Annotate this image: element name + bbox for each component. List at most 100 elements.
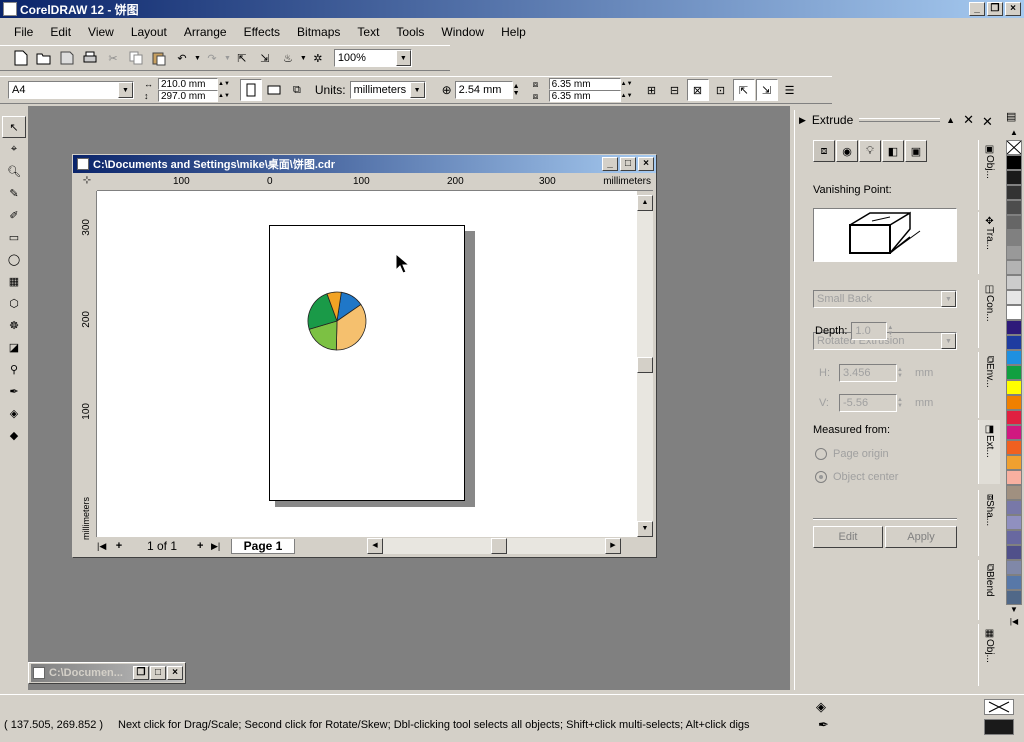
- tab-object-manager[interactable]: ▦ Obj...: [978, 624, 1000, 686]
- eyedropper-tool-icon[interactable]: ⚲: [2, 358, 26, 380]
- basic-shapes-tool-icon[interactable]: ⬡: [2, 292, 26, 314]
- color-swatch[interactable]: [1006, 350, 1022, 365]
- print-icon[interactable]: [79, 47, 101, 69]
- palette-scroll-down-icon[interactable]: ▼: [1004, 605, 1024, 617]
- tab-contour[interactable]: ◫ Con...: [978, 280, 1000, 348]
- color-swatch[interactable]: [1006, 455, 1022, 470]
- tab-transformation[interactable]: ✥ Tra...: [978, 212, 1000, 274]
- h-scroll-thumb[interactable]: [491, 538, 507, 554]
- object-center-radio[interactable]: Object center: [815, 471, 898, 483]
- outline-swatch[interactable]: [984, 719, 1014, 735]
- tab-extrude[interactable]: ◨ Ext...: [978, 420, 1000, 484]
- cut-icon[interactable]: ✂: [102, 47, 124, 69]
- color-swatch[interactable]: [1006, 335, 1022, 350]
- open-icon[interactable]: [33, 47, 55, 69]
- shape-tool-icon[interactable]: ⌖: [2, 138, 26, 160]
- paste-icon[interactable]: [148, 47, 170, 69]
- close-button[interactable]: ×: [167, 666, 183, 680]
- color-swatch[interactable]: [1006, 545, 1022, 560]
- color-swatch[interactable]: [1006, 155, 1022, 170]
- menu-effects[interactable]: Effects: [244, 25, 280, 39]
- no-color-swatch[interactable]: [1006, 140, 1022, 155]
- vertical-scrollbar[interactable]: ▲ ▼: [637, 195, 653, 537]
- ruler-origin-icon[interactable]: ⊹: [77, 175, 97, 191]
- restore-button[interactable]: ❐: [987, 2, 1003, 16]
- color-swatch[interactable]: [1006, 530, 1022, 545]
- page-height-field[interactable]: 297.0 mm: [158, 90, 218, 102]
- extrude-color-icon[interactable]: ◧: [882, 140, 904, 162]
- scroll-thumb[interactable]: [637, 357, 653, 373]
- fill-tool-icon[interactable]: ◈: [2, 402, 26, 424]
- apply-button[interactable]: Apply: [885, 526, 957, 548]
- menu-window[interactable]: Window: [441, 25, 484, 39]
- color-swatch[interactable]: [1006, 245, 1022, 260]
- tab-object-properties[interactable]: ▣ Obj...: [978, 140, 1000, 210]
- color-swatch[interactable]: [1006, 290, 1022, 305]
- extrude-rotation-icon[interactable]: ◉: [836, 140, 858, 162]
- vertical-ruler[interactable]: 300 200 100 millimeters: [77, 191, 97, 540]
- extrude-bevel-icon[interactable]: ▣: [905, 140, 927, 162]
- outline-tool-icon[interactable]: ✒: [2, 380, 26, 402]
- color-swatch[interactable]: [1006, 365, 1022, 380]
- color-swatch[interactable]: [1006, 515, 1022, 530]
- menu-tools[interactable]: Tools: [396, 25, 424, 39]
- page-tab[interactable]: Page 1: [231, 538, 295, 554]
- snap-objects-icon[interactable]: ⊡: [710, 79, 732, 101]
- paper-type-combo[interactable]: A4 ▼: [8, 81, 134, 99]
- menu-edit[interactable]: Edit: [50, 25, 71, 39]
- h-field[interactable]: 3.456: [839, 364, 897, 382]
- units-combo[interactable]: millimeters ▼: [349, 81, 426, 99]
- menu-view[interactable]: View: [88, 25, 114, 39]
- copy-icon[interactable]: [125, 47, 147, 69]
- rectangle-tool-icon[interactable]: ▭: [2, 226, 26, 248]
- v-spin-icon[interactable]: ▲ ▼: [897, 397, 909, 409]
- extrusion-type-combo[interactable]: Small Back ▼: [813, 290, 957, 308]
- palette-flyout-icon[interactable]: ▤: [1006, 110, 1024, 128]
- scroll-down-icon[interactable]: ▼: [637, 521, 653, 537]
- tab-envelope[interactable]: ⧉ Env...: [978, 352, 1000, 418]
- close-dockers-icon[interactable]: ✕: [982, 114, 993, 130]
- depth-spin-icon[interactable]: ▲ ▼: [887, 325, 893, 337]
- minimize-button[interactable]: _: [969, 2, 985, 16]
- zoom-combo[interactable]: 100% ▼: [333, 49, 412, 67]
- minimized-document-window[interactable]: C:\Documen... ❐ □ ×: [28, 662, 186, 684]
- color-swatch[interactable]: [1006, 410, 1022, 425]
- nudge-distance-field[interactable]: 2.54 mm: [454, 81, 513, 99]
- color-swatch[interactable]: [1006, 485, 1022, 500]
- menu-bitmaps[interactable]: Bitmaps: [297, 25, 340, 39]
- scroll-up-icon[interactable]: ▲: [637, 195, 653, 211]
- portrait-icon[interactable]: [239, 79, 262, 101]
- add-page-after-icon[interactable]: +: [197, 540, 211, 552]
- export-icon[interactable]: ⇲: [254, 47, 276, 69]
- scroll-right-icon[interactable]: ▶: [605, 538, 621, 554]
- dynamic-guides-icon[interactable]: ⇱: [732, 79, 755, 101]
- interactive-tool-icon[interactable]: ◪: [2, 336, 26, 358]
- pick-tool-icon[interactable]: ↖: [2, 116, 26, 138]
- all-pages-icon[interactable]: ⧉: [286, 79, 308, 101]
- close-button[interactable]: ×: [1005, 2, 1021, 16]
- first-page-icon[interactable]: |◀: [97, 541, 111, 552]
- horizontal-scrollbar[interactable]: ◀ ▶: [367, 538, 621, 554]
- interactive-fill-tool-icon[interactable]: ◆: [2, 424, 26, 446]
- pie-chart[interactable]: [305, 289, 369, 353]
- menu-arrange[interactable]: Arrange: [184, 25, 227, 39]
- freehand-tool-icon[interactable]: ✎: [2, 182, 26, 204]
- color-swatch[interactable]: [1006, 380, 1022, 395]
- corel-online-icon[interactable]: ✲: [307, 47, 329, 69]
- color-swatch[interactable]: [1006, 215, 1022, 230]
- smart-fill-tool-icon[interactable]: ✐: [2, 204, 26, 226]
- duplicate-y-field[interactable]: 6.35 mm: [548, 90, 621, 102]
- extrude-light-icon[interactable]: 💡︎: [859, 140, 881, 162]
- restore-button[interactable]: ❐: [133, 666, 149, 680]
- color-swatch[interactable]: [1006, 305, 1022, 320]
- menu-layout[interactable]: Layout: [131, 25, 167, 39]
- redo-icon[interactable]: ↷: [201, 47, 223, 69]
- fill-swatch[interactable]: [984, 699, 1014, 715]
- zoom-tool-icon[interactable]: 🔍︎: [2, 160, 26, 182]
- color-swatch[interactable]: [1006, 170, 1022, 185]
- fill-bucket-icon[interactable]: ◈: [816, 699, 826, 715]
- page-width-field[interactable]: 210.0 mm: [158, 78, 218, 90]
- add-page-before-icon[interactable]: +: [111, 540, 127, 552]
- color-swatch[interactable]: [1006, 260, 1022, 275]
- spin-icon[interactable]: ▲ ▼: [513, 83, 525, 97]
